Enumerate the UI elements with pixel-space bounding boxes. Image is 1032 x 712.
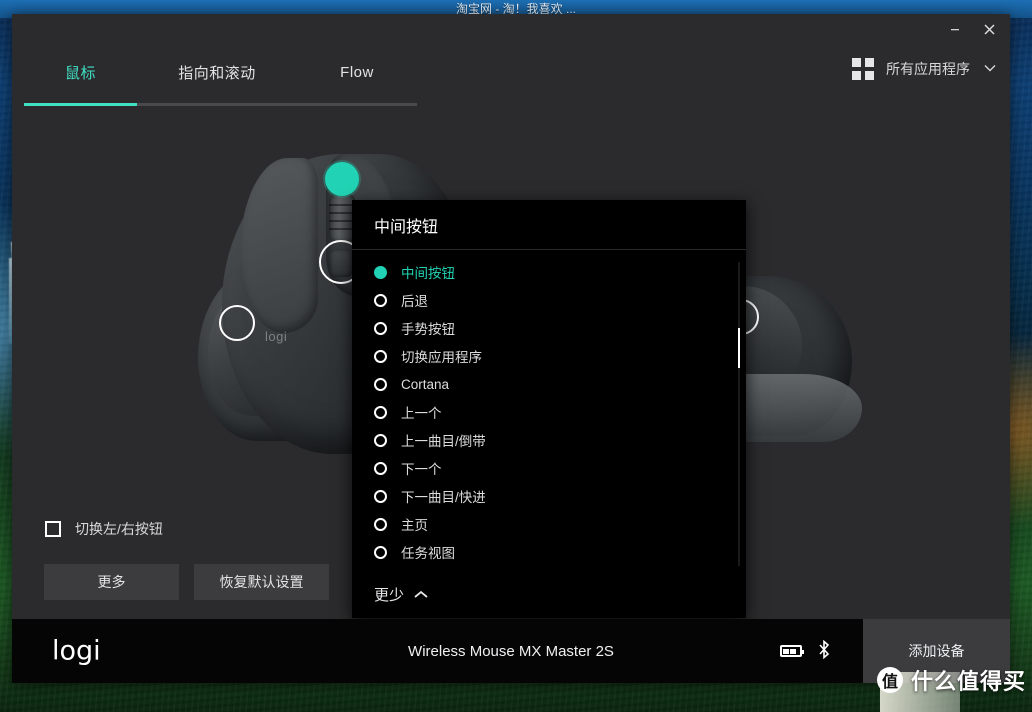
- popup-option-0[interactable]: 中间按钮: [352, 258, 746, 286]
- middle-button-highlight[interactable]: [325, 162, 359, 196]
- popup-option-label: 后退: [401, 294, 428, 309]
- all-applications-label[interactable]: 所有应用程序: [886, 59, 970, 79]
- radio-button-icon[interactable]: [374, 405, 387, 419]
- window-titlebar: [12, 14, 1010, 44]
- chevron-up-icon[interactable]: [414, 590, 428, 599]
- popup-option-9[interactable]: 主页: [352, 510, 746, 538]
- tab-mouse[interactable]: 鼠标: [24, 44, 137, 100]
- popup-option-label: 上一个: [401, 406, 442, 421]
- radio-button-icon[interactable]: [374, 545, 387, 559]
- tab-mouse-label: 鼠标: [64, 64, 96, 82]
- window-controls: [938, 14, 1006, 44]
- bluetooth-icon: [818, 639, 830, 662]
- tab-flow-label: Flow: [340, 63, 374, 81]
- hotspot-ring-thumb-button[interactable]: [219, 305, 255, 341]
- popup-option-5[interactable]: 上一个: [352, 398, 746, 426]
- button-assignment-popup: 中间按钮 中间按钮后退手势按钮切换应用程序 Cortana 上一个上一曲目/倒带 下一…: [352, 200, 746, 618]
- tab-point-and-scroll-label: 指向和滚动: [178, 64, 256, 82]
- popup-option-7[interactable]: 下一个: [352, 454, 746, 482]
- popup-option-label: 下一曲目/快进: [401, 490, 486, 505]
- toolbar-right: 所有应用程序: [852, 58, 996, 80]
- watermark-badge-icon: 值: [876, 667, 903, 693]
- popup-option-label: 下一个: [401, 462, 442, 477]
- popup-scrollbar-thumb[interactable]: [738, 328, 740, 368]
- popup-option-1[interactable]: 后退: [352, 286, 746, 314]
- popup-title: 中间按钮: [374, 218, 439, 236]
- popup-option-6[interactable]: 上一曲目/倒带: [352, 426, 746, 454]
- more-button[interactable]: 更多: [44, 564, 179, 600]
- popup-option-2[interactable]: 手势按钮: [352, 314, 746, 342]
- device-status-icons: [780, 639, 830, 662]
- tab-bar: 鼠标 指向和滚动 Flow 所有应用程序: [12, 44, 1010, 106]
- main-stage: logi 切换左/右按钮 更多 恢复默认设置 中间按钮 中间按钮后退手势按钮切换…: [12, 106, 1010, 619]
- popup-footer[interactable]: 更少: [352, 570, 746, 618]
- minimize-button[interactable]: [938, 16, 972, 42]
- show-less-label: 更少: [374, 586, 405, 604]
- popup-option-4[interactable]: Cortana: [352, 370, 746, 398]
- popup-option-3[interactable]: 切换应用程序: [352, 342, 746, 370]
- mouse-logi-logo: logi: [265, 329, 288, 344]
- swap-buttons-row[interactable]: 切换左/右按钮: [45, 519, 163, 539]
- radio-button-icon[interactable]: [374, 293, 387, 307]
- battery-icon: [780, 645, 804, 657]
- radio-button-icon[interactable]: [374, 517, 387, 531]
- radio-button-icon[interactable]: [374, 489, 387, 503]
- restore-defaults-button[interactable]: 恢复默认设置: [194, 564, 329, 600]
- tab-flow[interactable]: Flow: [297, 44, 417, 100]
- grid-icon[interactable]: [852, 58, 874, 80]
- popup-option-label: 切换应用程序: [401, 350, 482, 365]
- watermark-text: 什么值得买: [910, 669, 1026, 694]
- popup-scrollbar[interactable]: [738, 262, 740, 566]
- radio-button-icon[interactable]: [374, 433, 387, 447]
- connected-device-name: Wireless Mouse MX Master 2S: [408, 642, 614, 660]
- radio-button-icon[interactable]: [374, 265, 387, 279]
- popup-option-label: Cortana: [401, 376, 450, 392]
- logitech-options-window: 鼠标 指向和滚动 Flow 所有应用程序 logi 切换左/右按钮 更多 恢复默…: [12, 14, 1010, 683]
- popup-header: 中间按钮: [352, 200, 746, 250]
- watermark: 值 什么值得买: [876, 664, 1026, 696]
- radio-button-icon[interactable]: [374, 349, 387, 363]
- popup-option-8[interactable]: 下一曲目/快进: [352, 482, 746, 510]
- device-bar: logi Wireless Mouse MX Master 2S 添加设备: [12, 619, 1010, 683]
- popup-option-10[interactable]: 任务视图: [352, 538, 746, 566]
- radio-button-icon[interactable]: [374, 461, 387, 475]
- stage-button-row: 更多 恢复默认设置: [44, 564, 329, 600]
- popup-option-label: 任务视图: [401, 546, 455, 561]
- tab-point-and-scroll[interactable]: 指向和滚动: [137, 44, 297, 100]
- popup-option-label: 上一曲目/倒带: [401, 434, 486, 449]
- popup-option-label: 手势按钮: [401, 322, 455, 337]
- radio-button-icon[interactable]: [374, 377, 387, 391]
- popup-option-list[interactable]: 中间按钮后退手势按钮切换应用程序 Cortana 上一个上一曲目/倒带 下一个下一曲目…: [352, 250, 746, 570]
- popup-option-label: 主页: [401, 518, 428, 533]
- popup-option-label: 中间按钮: [401, 266, 455, 281]
- radio-button-icon[interactable]: [374, 321, 387, 335]
- close-button[interactable]: [972, 16, 1006, 42]
- chevron-down-icon[interactable]: [984, 63, 996, 75]
- swap-buttons-checkbox[interactable]: [45, 521, 61, 537]
- swap-buttons-label: 切换左/右按钮: [75, 521, 163, 537]
